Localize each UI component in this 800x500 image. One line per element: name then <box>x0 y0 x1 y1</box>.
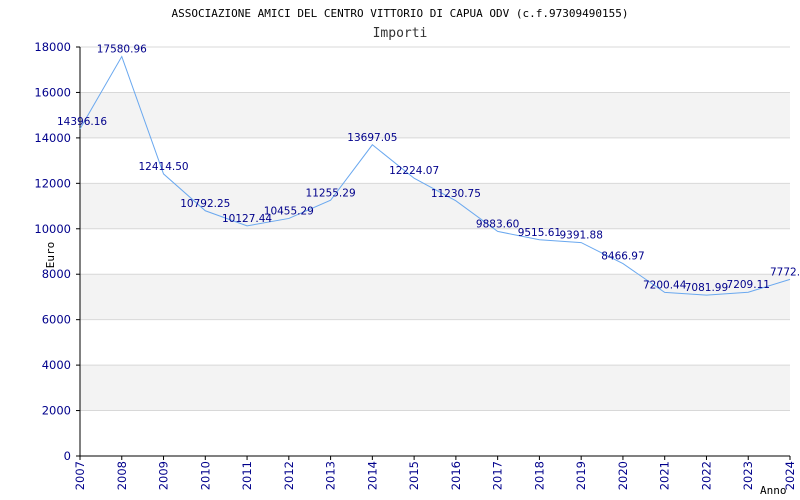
y-tick-label: 12000 <box>34 176 71 190</box>
data-label: 14396.16 <box>57 116 107 128</box>
data-label: 17580.96 <box>97 44 147 56</box>
x-axis-title: Anno <box>760 484 787 497</box>
x-tick-label: 2013 <box>324 461 338 490</box>
data-label: 10455.29 <box>264 205 314 217</box>
y-tick-label: 14000 <box>34 131 71 145</box>
x-tick-label: 2012 <box>282 461 296 490</box>
x-tick-label: 2008 <box>115 461 129 490</box>
x-tick-label: 2015 <box>407 461 421 490</box>
grid-band <box>80 92 790 138</box>
x-tick-label: 2010 <box>198 461 212 490</box>
line-chart: ASSOCIAZIONE AMICI DEL CENTRO VITTORIO D… <box>34 7 800 497</box>
data-label: 7200.44 <box>643 279 687 291</box>
data-labels: 14396.1617580.9612414.5010792.2510127.44… <box>57 44 800 295</box>
data-label: 10792.25 <box>180 198 230 210</box>
data-label: 9515.61 <box>518 227 561 239</box>
x-tick-label: 2020 <box>616 461 630 490</box>
y-axis-ticks: 0 2000 4000 6000 8000 10000 12000 14000 16000 180… <box>34 40 80 463</box>
y-tick-label: 6000 <box>42 313 71 327</box>
x-tick-label: 2018 <box>532 461 546 490</box>
y-tick-label: 8000 <box>42 267 71 281</box>
x-tick-label: 2007 <box>73 461 87 490</box>
y-tick-label: 2000 <box>42 404 71 418</box>
x-tick-label: 2011 <box>240 461 254 490</box>
data-label: 7772.28 <box>770 266 800 278</box>
x-tick-label: 2016 <box>449 461 463 490</box>
data-label: 7209.11 <box>727 279 770 291</box>
x-tick-label: 2022 <box>699 461 713 490</box>
data-label: 11255.29 <box>306 187 356 199</box>
data-label: 8466.97 <box>601 251 644 263</box>
y-tick-label: 10000 <box>34 222 71 236</box>
plot-background-bands <box>80 92 790 411</box>
x-tick-label: 2021 <box>658 461 672 490</box>
x-tick-label: 2019 <box>574 461 588 490</box>
data-label: 9391.88 <box>559 230 602 242</box>
grid-band <box>80 365 790 411</box>
x-tick-label: 2009 <box>157 461 171 490</box>
chart-subtitle: Importi <box>373 26 428 41</box>
data-label: 12224.07 <box>389 165 439 177</box>
x-tick-label: 2017 <box>491 461 505 490</box>
y-tick-label: 0 <box>64 449 71 463</box>
chart-title: ASSOCIAZIONE AMICI DEL CENTRO VITTORIO D… <box>172 7 629 20</box>
y-tick-label: 4000 <box>42 358 71 372</box>
data-label: 11230.75 <box>431 188 481 200</box>
data-label: 13697.05 <box>347 132 397 144</box>
y-tick-label: 18000 <box>34 40 71 54</box>
y-axis-title: Euro <box>44 242 57 269</box>
data-label: 9883.60 <box>476 218 519 230</box>
x-tick-label: 2014 <box>365 461 379 490</box>
x-tick-label: 2023 <box>741 461 755 490</box>
data-label: 12414.50 <box>138 161 188 173</box>
y-tick-label: 16000 <box>34 85 71 99</box>
data-label: 7081.99 <box>685 282 728 294</box>
x-axis-ticks: 2007 2008 2009 2010 2011 2012 2013 2014 2015 2016… <box>73 456 797 490</box>
